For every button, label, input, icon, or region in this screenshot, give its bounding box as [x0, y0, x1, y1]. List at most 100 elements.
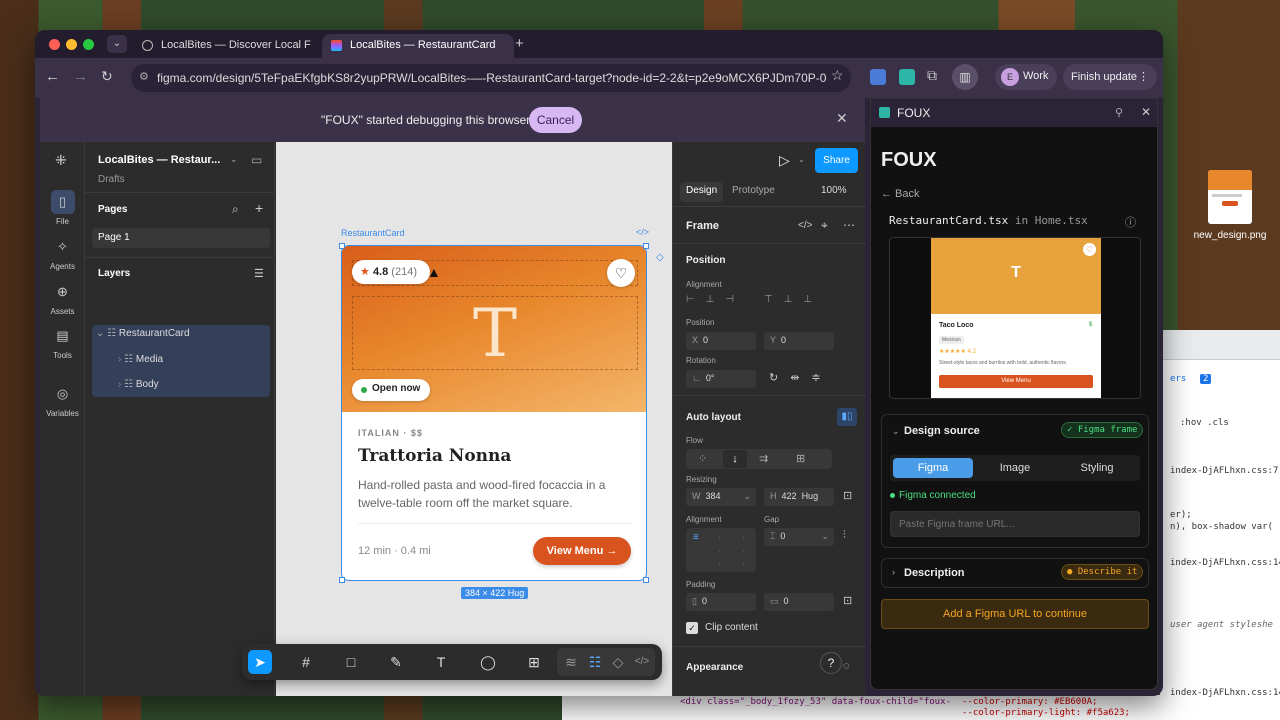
layer-item-restaurantcard[interactable]: ⌄ ☷ RestaurantCard — [96, 328, 190, 339]
individual-padding-icon[interactable]: ⊡ — [843, 594, 852, 607]
close-window-button[interactable] — [49, 39, 60, 50]
tab-image[interactable]: Image — [975, 458, 1055, 478]
side-panel-icon[interactable]: ▥ — [952, 64, 978, 90]
card-media[interactable]: ★ 4.8 (214) ♡ T Open now — [342, 246, 646, 412]
add-figma-url-button[interactable]: Add a Figma URL to continue — [881, 599, 1149, 629]
reload-icon[interactable]: ↻ — [101, 68, 113, 85]
layout-tool-icon[interactable]: ☷ — [583, 650, 607, 674]
pin-icon[interactable]: ⚲ — [1115, 106, 1123, 119]
comment-tool-icon[interactable]: ◯ — [476, 650, 500, 674]
maximize-window-button[interactable] — [83, 39, 94, 50]
minimize-window-button[interactable] — [66, 39, 77, 50]
info-icon[interactable]: ⓘ — [1125, 214, 1136, 230]
help-question-icon[interactable]: ? — [820, 652, 842, 674]
padding-horizontal-field[interactable]: ▯ 0 — [686, 593, 756, 611]
resize-to-fit-icon[interactable]: ⊡ — [843, 489, 852, 502]
extensions-puzzle-icon[interactable]: ⧉ — [927, 67, 937, 84]
draw-tool-icon[interactable]: ≋ — [559, 650, 583, 674]
back-link[interactable]: ← Back — [881, 188, 920, 200]
pen-tool-icon[interactable]: ✎ — [384, 650, 408, 674]
cancel-debug-button[interactable]: Cancel — [529, 107, 582, 133]
page-item[interactable]: Page 1 — [92, 228, 270, 248]
align-vertical-icons[interactable]: ⊤⊥⊥ — [764, 294, 836, 312]
tab-search-chevron-icon[interactable]: ⌄ — [107, 35, 127, 53]
new-tab-plus-icon[interactable]: + — [515, 35, 524, 52]
tab-restaurantcard[interactable]: LocalBites — RestaurantCard — [322, 34, 514, 58]
frame-label[interactable]: RestaurantCard — [341, 228, 405, 238]
chevron-down-icon[interactable]: ⌄ — [798, 155, 805, 164]
back-arrow-icon[interactable]: ← — [45, 68, 60, 85]
resize-handle[interactable] — [643, 577, 649, 583]
figma-url-input[interactable] — [890, 511, 1140, 537]
file-name[interactable]: LocalBites — Restaur... — [98, 154, 220, 166]
flow-horizontal-icon[interactable]: ⇉ — [759, 452, 768, 465]
tab-discover[interactable]: LocalBites — Discover Local F — [133, 34, 319, 58]
chevron-down-icon[interactable]: ⌄ — [230, 154, 238, 165]
gap-field[interactable]: ⌶ 0 ⌄ — [764, 528, 834, 546]
present-play-icon[interactable]: ▷ — [779, 152, 790, 169]
view-menu-button[interactable]: View Menu → — [533, 537, 631, 565]
bookmark-star-icon[interactable]: ☆ — [831, 67, 844, 84]
site-info-icon[interactable]: ⚙ — [139, 70, 149, 83]
close-icon[interactable]: ✕ — [836, 110, 848, 127]
alignment-grid[interactable]: ≡ · · · · · · — [686, 528, 756, 572]
resize-handle[interactable] — [339, 577, 345, 583]
profile-button[interactable]: E Work — [995, 64, 1057, 90]
visibility-icon[interactable]: ◌ — [843, 660, 850, 672]
add-page-plus-icon[interactable]: + — [255, 200, 263, 216]
flow-grid-icon[interactable]: ⊞ — [796, 452, 805, 465]
resize-handle[interactable] — [339, 243, 345, 249]
resize-handle[interactable] — [643, 243, 649, 249]
shape-tool-icon[interactable]: □ — [339, 650, 363, 674]
code-icon[interactable]: </> — [798, 220, 812, 231]
restaurant-card[interactable]: ★ 4.8 (214) ♡ T Open now ITALIAN · $$ Tr… — [341, 245, 647, 581]
description-section[interactable]: › Description ● Describe it — [881, 558, 1149, 588]
padding-vertical-field[interactable]: ▭ 0 — [764, 593, 834, 611]
address-bar[interactable]: ⚙ figma.com/design/5TeFpaEKfgbKS8r2yupPR… — [131, 64, 851, 92]
tab-figma[interactable]: Figma — [893, 458, 973, 478]
flow-freeform-icon[interactable]: ⁘ — [698, 452, 707, 465]
rail-agents[interactable]: ✧ Agents — [40, 235, 85, 271]
y-field[interactable]: Y 0 — [764, 332, 834, 350]
extension-translate-icon[interactable] — [870, 69, 886, 85]
tab-design[interactable]: Design — [680, 182, 724, 202]
flow-selector[interactable]: ⁘ ↓ ⇉ ⊞ — [686, 449, 832, 469]
component-diamond-icon[interactable]: ◇ — [656, 252, 664, 263]
extension-foux-icon[interactable] — [899, 69, 915, 85]
component-icon[interactable]: ⌖ — [821, 218, 828, 233]
frame-heading[interactable]: Frame — [686, 220, 719, 232]
sidebar-toggle-icon[interactable]: ▭ — [251, 153, 262, 167]
text-tool-icon[interactable]: T — [429, 650, 453, 674]
advanced-layout-icon[interactable]: ⫶ — [843, 529, 846, 542]
layer-item-media[interactable]: › ☷ Media — [118, 354, 163, 365]
move-tool-icon[interactable]: ➤ — [248, 650, 272, 674]
search-icon[interactable]: ⌕ — [232, 202, 239, 217]
align-horizontal-icons[interactable]: ⊢⊥⊣ — [686, 294, 758, 312]
dev-mode-icon[interactable]: </> — [630, 650, 654, 674]
rail-variables[interactable]: ◎ Variables — [40, 382, 85, 418]
finish-update-button[interactable]: Finish update ⋮ — [1063, 64, 1157, 90]
close-icon[interactable]: ✕ — [1141, 105, 1151, 119]
flow-vertical-icon[interactable]: ↓ — [723, 450, 747, 468]
devtools-filter[interactable]: :hov .cls — [1180, 418, 1229, 428]
design-source-label[interactable]: Design source — [904, 425, 980, 437]
tab-styling[interactable]: Styling — [1057, 458, 1137, 478]
rail-assets[interactable]: ⊕ Assets — [40, 280, 85, 316]
more-icon[interactable]: ⋯ — [843, 218, 855, 232]
width-field[interactable]: W 384 ⌄ — [686, 488, 756, 506]
code-icon[interactable]: </> — [636, 227, 649, 237]
share-button[interactable]: Share — [815, 148, 858, 173]
clip-content-checkbox[interactable]: ✓ — [686, 622, 698, 634]
tab-prototype[interactable]: Prototype — [732, 185, 775, 196]
desktop-file-new-design[interactable]: new_design.png — [1190, 170, 1270, 250]
rotate-flip-icons[interactable]: ↻⇹≑ — [769, 371, 833, 384]
x-field[interactable]: X 0 — [686, 332, 756, 350]
auto-layout-toggle-icon[interactable]: ▮▯ — [837, 408, 857, 426]
favorite-heart-button[interactable]: ♡ — [607, 259, 635, 287]
rail-file[interactable]: ▯ File — [40, 190, 85, 226]
actions-tool-icon[interactable]: ⊞ — [522, 650, 546, 674]
height-field[interactable]: H 422 Hug — [764, 488, 834, 506]
rail-tools[interactable]: ▤ Tools — [40, 324, 85, 360]
layers-options-icon[interactable]: ☰ — [254, 267, 264, 280]
figma-canvas[interactable]: RestaurantCard </> ◇ ★ 4.8 (214) ♡ T Ope… — [276, 142, 672, 696]
